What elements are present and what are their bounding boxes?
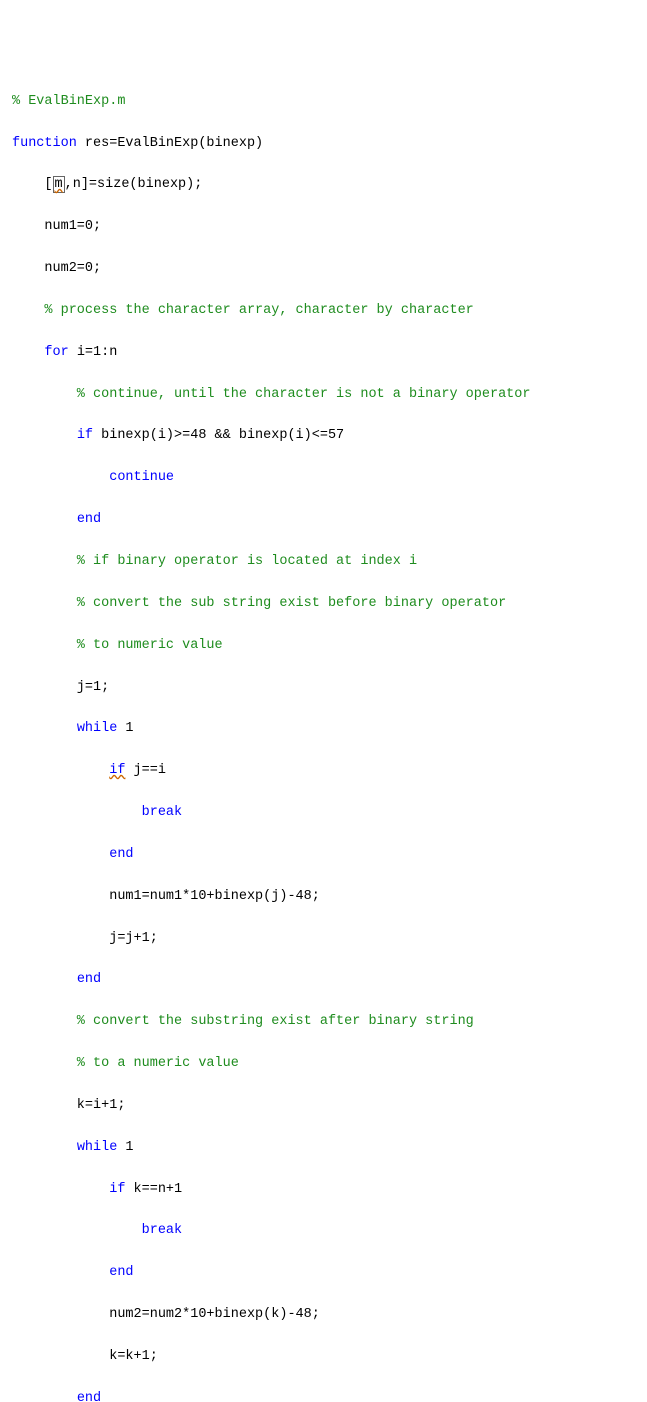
code-line: % EvalBinExp.m xyxy=(12,92,635,113)
comment-text: % continue, until the character is not a… xyxy=(12,387,530,402)
code-text: k=i+1; xyxy=(12,1098,125,1113)
warning-marker: m xyxy=(53,176,65,193)
code-line: % continue, until the character is not a… xyxy=(12,385,635,406)
code-text xyxy=(12,1391,77,1402)
code-text xyxy=(12,470,109,485)
code-text xyxy=(12,721,77,736)
code-text xyxy=(12,805,142,820)
code-line: j=1; xyxy=(12,678,635,699)
code-text: k=k+1; xyxy=(12,1349,158,1364)
keyword-token: function xyxy=(12,136,77,151)
keyword-token: if xyxy=(109,1182,125,1197)
code-text xyxy=(12,428,77,443)
code-line: end xyxy=(12,1263,635,1284)
code-line: % process the character array, character… xyxy=(12,301,635,322)
code-line: j=j+1; xyxy=(12,929,635,950)
code-line: k=i+1; xyxy=(12,1096,635,1117)
keyword-token: break xyxy=(142,805,183,820)
code-line: % to a numeric value xyxy=(12,1054,635,1075)
code-line: num1=0; xyxy=(12,217,635,238)
code-text xyxy=(12,972,77,987)
code-line: continue xyxy=(12,468,635,489)
code-text xyxy=(12,512,77,527)
keyword-token: while xyxy=(77,721,118,736)
code-text xyxy=(12,345,44,360)
keyword-token: continue xyxy=(109,470,174,485)
code-line: k=k+1; xyxy=(12,1347,635,1368)
code-line: if k==n+1 xyxy=(12,1180,635,1201)
code-line: % if binary operator is located at index… xyxy=(12,552,635,573)
keyword-token: break xyxy=(142,1223,183,1238)
keyword-token: while xyxy=(77,1140,118,1155)
keyword-token: end xyxy=(77,972,101,987)
code-text: num2=num2*10+binexp(k)-48; xyxy=(12,1307,320,1322)
code-line: break xyxy=(12,803,635,824)
code-line: end xyxy=(12,970,635,991)
code-line: num2=num2*10+binexp(k)-48; xyxy=(12,1305,635,1326)
code-line: num1=num1*10+binexp(j)-48; xyxy=(12,887,635,908)
code-text: num1=num1*10+binexp(j)-48; xyxy=(12,889,320,904)
code-line: while 1 xyxy=(12,1138,635,1159)
code-text: [ xyxy=(12,177,53,192)
comment-text: % to a numeric value xyxy=(12,1056,239,1071)
code-text xyxy=(12,1265,109,1280)
code-text xyxy=(12,847,109,862)
keyword-token: if xyxy=(77,428,93,443)
comment-text: % process the character array, character… xyxy=(12,303,474,318)
keyword-token: if xyxy=(109,763,125,778)
code-text: binexp(i)>=48 && binexp(i)<=57 xyxy=(93,428,344,443)
code-text: 1 xyxy=(117,721,133,736)
code-text: num1=0; xyxy=(12,219,101,234)
code-line: for i=1:n xyxy=(12,343,635,364)
code-line: end xyxy=(12,510,635,531)
code-line: break xyxy=(12,1221,635,1242)
code-text xyxy=(12,1223,142,1238)
code-text: i=1:n xyxy=(69,345,118,360)
comment-text: % if binary operator is located at index… xyxy=(12,554,417,569)
code-text: k==n+1 xyxy=(125,1182,182,1197)
code-line: while 1 xyxy=(12,719,635,740)
code-line: % convert the sub string exist before bi… xyxy=(12,594,635,615)
keyword-token: end xyxy=(77,1391,101,1402)
comment-text: % convert the substring exist after bina… xyxy=(12,1014,474,1029)
code-line: [m,n]=size(binexp); xyxy=(12,175,635,196)
code-line: function res=EvalBinExp(binexp) xyxy=(12,134,635,155)
keyword-token: end xyxy=(77,512,101,527)
comment-text: % convert the sub string exist before bi… xyxy=(12,596,506,611)
code-line: % convert the substring exist after bina… xyxy=(12,1012,635,1033)
code-text: j==i xyxy=(125,763,166,778)
code-text xyxy=(12,1140,77,1155)
code-line: num2=0; xyxy=(12,259,635,280)
code-line: if binexp(i)>=48 && binexp(i)<=57 xyxy=(12,426,635,447)
code-text xyxy=(12,1182,109,1197)
code-line: % to numeric value xyxy=(12,636,635,657)
keyword-token: for xyxy=(44,345,68,360)
keyword-token: end xyxy=(109,1265,133,1280)
code-line: end xyxy=(12,845,635,866)
code-text: j=j+1; xyxy=(12,931,158,946)
code-text: j=1; xyxy=(12,680,109,695)
code-line: end xyxy=(12,1389,635,1402)
keyword-token: end xyxy=(109,847,133,862)
code-text: ,n]=size(binexp); xyxy=(65,177,203,192)
code-text: res=EvalBinExp(binexp) xyxy=(77,136,263,151)
code-text: num2=0; xyxy=(12,261,101,276)
code-text: 1 xyxy=(117,1140,133,1155)
code-line: if j==i xyxy=(12,761,635,782)
comment-text: % EvalBinExp.m xyxy=(12,94,125,109)
code-text xyxy=(12,763,109,778)
comment-text: % to numeric value xyxy=(12,638,223,653)
